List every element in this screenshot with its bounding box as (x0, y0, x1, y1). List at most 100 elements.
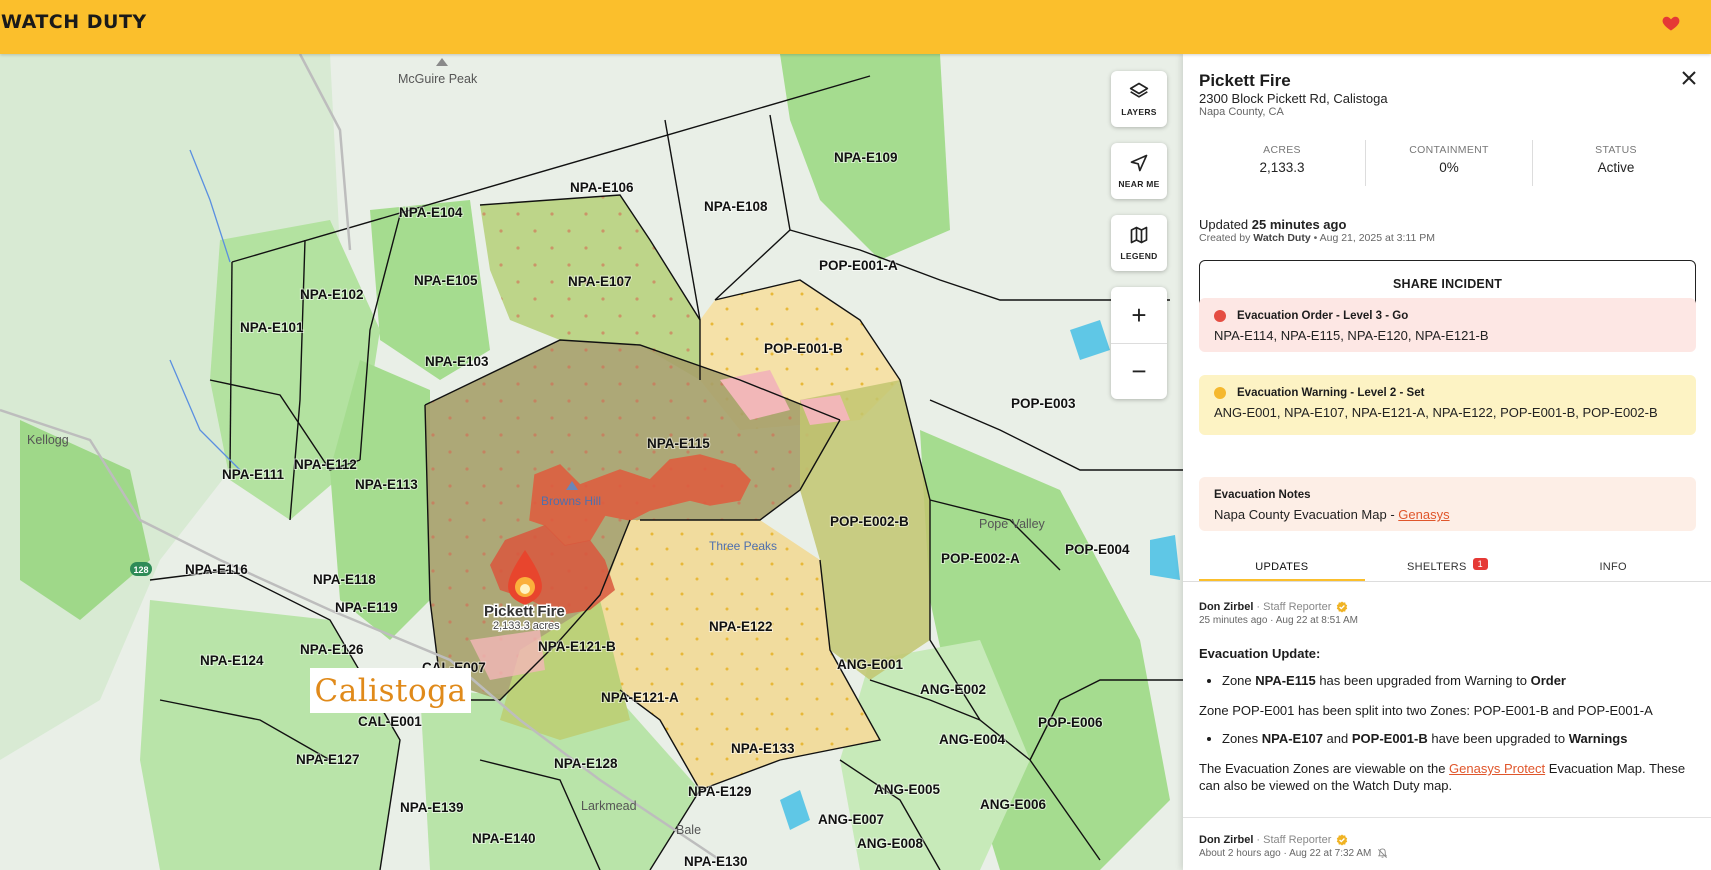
evacuation-order-card[interactable]: Evacuation Order - Level 3 - Go NPA-E114… (1199, 298, 1696, 352)
created-line: Created by Watch Duty • Aug 21, 2025 at … (1199, 232, 1435, 244)
zone-label[interactable]: NPA-E115 (646, 435, 711, 452)
zone-label[interactable]: NPA-E102 (299, 286, 365, 303)
zone-label[interactable]: NPA-E126 (299, 641, 365, 658)
created-by: Watch Duty (1253, 232, 1311, 244)
evacuation-warning-card[interactable]: Evacuation Warning - Level 2 - Set ANG-E… (1199, 375, 1696, 435)
zone-label[interactable]: NPA-E111 (221, 466, 286, 483)
zone-label[interactable]: ANG-E008 (856, 835, 925, 852)
text-bold: Order (1530, 673, 1566, 688)
zone-label[interactable]: POP-E001-B (763, 340, 844, 357)
post-list: Zones NPA-E107 and POP-E001-B have been … (1222, 731, 1699, 746)
zone-label[interactable]: NPA-E121-B (537, 638, 617, 655)
place-label: Three Peaks (709, 539, 777, 553)
verified-badge-icon (1337, 601, 1348, 613)
zone-label[interactable]: NPA-E105 (413, 272, 479, 289)
zone-label[interactable]: NPA-E133 (730, 740, 796, 757)
zone-label[interactable]: ANG-E002 (919, 681, 987, 698)
genasys-link[interactable]: Genasys (1398, 507, 1449, 522)
legend-button[interactable]: LEGEND (1111, 215, 1167, 271)
notes-title: Evacuation Notes (1214, 489, 1311, 501)
zone-label[interactable]: NPA-E121-A (600, 689, 680, 706)
notifications-off-icon (1378, 848, 1388, 858)
tab-label: INFO (1599, 561, 1627, 573)
zone-label[interactable]: NPA-E119 (334, 599, 399, 616)
zone-label[interactable]: NPA-E128 (553, 755, 619, 772)
zone-label[interactable]: NPA-E118 (312, 571, 377, 588)
zone-label[interactable]: NPA-E108 (703, 198, 769, 215)
zone-label[interactable]: NPA-E127 (295, 751, 361, 768)
stat-value: 2,133.3 (1259, 160, 1305, 175)
zone-label[interactable]: POP-E002-B (829, 513, 910, 530)
post-paragraph: The Evacuation Zones are viewable on the… (1199, 760, 1699, 794)
incident-county: Napa County, CA (1199, 106, 1284, 118)
text-span: has been upgraded from Warning to (1315, 673, 1531, 688)
place-label: Kellogg (27, 433, 69, 447)
text-span: The Evacuation Zones are viewable on the (1199, 761, 1450, 776)
tab-info[interactable]: INFO (1530, 553, 1696, 581)
updated-prefix: Updated (1199, 217, 1249, 232)
legend-label: LEGEND (1120, 251, 1158, 261)
zone-label[interactable]: POP-E001-A (818, 257, 899, 274)
near-me-button[interactable]: NEAR ME (1111, 143, 1167, 199)
genasys-protect-link[interactable]: Genasys Protect (1449, 761, 1545, 776)
post-role: · Staff Reporter (1256, 834, 1332, 846)
created-date: • Aug 21, 2025 at 3:11 PM (1313, 232, 1435, 244)
zone-label[interactable]: NPA-E106 (569, 179, 635, 196)
zone-label[interactable]: POP-E002-A (940, 550, 1021, 567)
incident-address: 2300 Block Pickett Rd, Calistoga (1199, 91, 1388, 106)
place-label: Browns Hill (541, 494, 601, 508)
zone-label[interactable]: ANG-E007 (817, 811, 885, 828)
place-label: Larkmead (581, 799, 637, 813)
incident-panel: Pickett Fire 2300 Block Pickett Rd, Cali… (1183, 54, 1711, 870)
zone-label[interactable]: NPA-E101 (239, 319, 305, 336)
tab-shelters[interactable]: SHELTERS 1 (1365, 553, 1531, 581)
zoom-in-button[interactable]: + (1111, 287, 1167, 343)
zone-label[interactable]: NPA-E116 (184, 561, 249, 578)
tab-divider (1183, 581, 1711, 582)
text-span: have been upgraded to (1427, 731, 1569, 746)
zone-label[interactable]: CAL-E001 (357, 713, 423, 730)
zone-label[interactable]: NPA-E112 (293, 456, 358, 473)
zone-label[interactable]: NPA-E122 (708, 618, 774, 635)
zone-label[interactable]: NPA-E113 (354, 476, 419, 493)
update-post: Don Zirbel · Staff Reporter About 2 hours… (1199, 834, 1699, 859)
text-span: Zone (1222, 673, 1256, 688)
post-author[interactable]: Don Zirbel (1199, 834, 1253, 846)
brand-logo[interactable]: WATCH DUTY (1, 11, 147, 33)
map-canvas[interactable]: Pickett Fire 2,133.3 acres 128 McGuire P… (0, 54, 1183, 870)
warning-title: Evacuation Warning - Level 2 - Set (1237, 387, 1425, 399)
stat-value: 0% (1439, 160, 1459, 175)
place-label: McGuire Peak (398, 72, 478, 86)
tab-updates[interactable]: UPDATES (1199, 553, 1365, 581)
zone-label[interactable]: NPA-E130 (683, 853, 749, 870)
zone-label[interactable]: ANG-E005 (873, 781, 942, 798)
close-icon[interactable] (1681, 70, 1697, 86)
zone-label[interactable]: ANG-E001 (836, 656, 905, 673)
place-label: Pope Valley (979, 517, 1046, 531)
stat-status: STATUS Active (1532, 140, 1699, 186)
zoom-out-button[interactable]: − (1111, 343, 1167, 399)
zone-label[interactable]: NPA-E129 (687, 783, 753, 800)
layers-label: LAYERS (1121, 107, 1157, 117)
zone-label[interactable]: NPA-E140 (471, 830, 537, 847)
post-author[interactable]: Don Zirbel (1199, 601, 1253, 613)
place-label: Bale (676, 823, 701, 837)
fire-acres-label: 2,133.3 acres (493, 620, 560, 632)
map-svg[interactable]: Pickett Fire 2,133.3 acres 128 McGuire P… (0, 54, 1183, 870)
zone-label[interactable]: NPA-E104 (398, 204, 464, 221)
zone-label[interactable]: POP-E006 (1037, 714, 1104, 731)
zone-label[interactable]: POP-E003 (1010, 395, 1077, 412)
zone-label[interactable]: NPA-E124 (199, 652, 265, 669)
shelters-count-badge: 1 (1472, 558, 1488, 570)
heart-icon[interactable] (1661, 13, 1681, 33)
zone-label[interactable]: ANG-E006 (979, 796, 1048, 813)
zone-label[interactable]: NPA-E107 (567, 273, 633, 290)
city-label: Calistoga (310, 668, 471, 713)
layers-button[interactable]: LAYERS (1111, 71, 1167, 127)
zone-label[interactable]: ANG-E004 (938, 731, 1007, 748)
zone-label[interactable]: NPA-E139 (399, 799, 465, 816)
zone-label[interactable]: NPA-E103 (424, 353, 490, 370)
zone-label[interactable]: POP-E004 (1064, 541, 1131, 558)
warning-dot-icon (1214, 387, 1226, 399)
zone-label[interactable]: NPA-E109 (833, 149, 899, 166)
